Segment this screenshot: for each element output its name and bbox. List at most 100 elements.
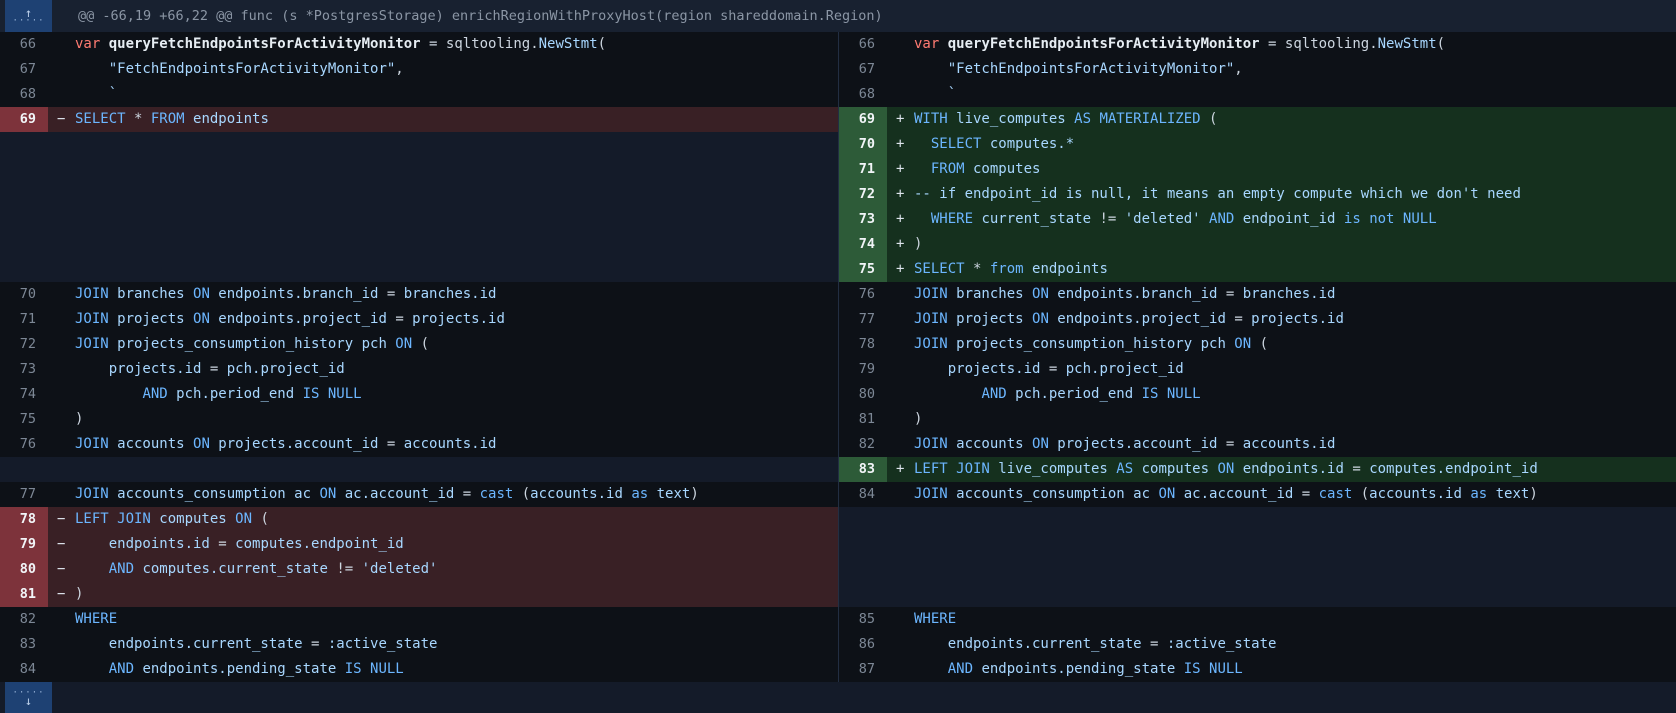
- diff-row: 71JOIN projects ON endpoints.project_id …: [0, 307, 838, 332]
- code-line: JOIN accounts_consumption ac ON ac.accou…: [887, 482, 1676, 507]
- diff-row: [839, 582, 1676, 607]
- code-line: WHERE: [48, 607, 838, 632]
- line-number[interactable]: 75: [0, 407, 48, 432]
- code-line: JOIN projects ON endpoints.project_id = …: [887, 307, 1676, 332]
- code-line: endpoints.current_state = :active_state: [48, 632, 838, 657]
- hunk-header-bar: ↑ ····· @@ -66,19 +66,22 @@ func (s *Pos…: [0, 0, 1676, 32]
- code-line: JOIN accounts ON projects.account_id = a…: [887, 432, 1676, 457]
- diff-row: [0, 257, 838, 282]
- line-number[interactable]: 71: [0, 307, 48, 332]
- diff-row: 79− endpoints.id = computes.endpoint_id: [0, 532, 838, 557]
- code-line: +SELECT * from endpoints: [887, 257, 1676, 282]
- code-line: −LEFT JOIN computes ON (: [48, 507, 838, 532]
- line-number[interactable]: 66: [0, 32, 48, 57]
- line-number[interactable]: 86: [839, 632, 887, 657]
- diff-row: 75+SELECT * from endpoints: [839, 257, 1676, 282]
- line-number[interactable]: 85: [839, 607, 887, 632]
- line-number[interactable]: 69: [0, 107, 48, 132]
- line-number[interactable]: 66: [839, 32, 887, 57]
- diff-row: 68 `: [839, 82, 1676, 107]
- code-line: − endpoints.id = computes.endpoint_id: [48, 532, 838, 557]
- line-number[interactable]: 80: [0, 557, 48, 582]
- code-line: + WHERE current_state != 'deleted' AND e…: [887, 207, 1676, 232]
- line-number[interactable]: 83: [0, 632, 48, 657]
- code-line: `: [48, 82, 838, 107]
- added-marker: +: [896, 207, 914, 232]
- diff-row: 67 "FetchEndpointsForActivityMonitor",: [0, 57, 838, 82]
- line-number[interactable]: 77: [839, 307, 887, 332]
- line-number[interactable]: 79: [839, 357, 887, 382]
- line-number[interactable]: 82: [839, 432, 887, 457]
- diff-row: 70JOIN branches ON endpoints.branch_id =…: [0, 282, 838, 307]
- diff-row: 78JOIN projects_consumption_history pch …: [839, 332, 1676, 357]
- dotted-line-icon: ·····: [12, 18, 44, 24]
- line-number[interactable]: 76: [839, 282, 887, 307]
- line-number: [0, 232, 48, 257]
- expand-up-button[interactable]: ↑ ·····: [5, 0, 52, 32]
- line-number: [0, 157, 48, 182]
- line-number[interactable]: 83: [839, 457, 887, 482]
- line-number[interactable]: 68: [839, 82, 887, 107]
- diff-row: [839, 507, 1676, 532]
- line-number: [0, 257, 48, 282]
- line-number: [839, 582, 887, 607]
- removed-marker: −: [57, 507, 75, 532]
- code-line: + SELECT computes.*: [887, 132, 1676, 157]
- line-number[interactable]: 80: [839, 382, 887, 407]
- line-number[interactable]: 87: [839, 657, 887, 682]
- removed-marker: −: [57, 107, 75, 132]
- line-number[interactable]: 74: [0, 382, 48, 407]
- line-number[interactable]: 67: [0, 57, 48, 82]
- expand-down-icon: ↓: [25, 696, 32, 706]
- line-number[interactable]: 71: [839, 157, 887, 182]
- code-line: JOIN projects_consumption_history pch ON…: [887, 332, 1676, 357]
- diff-row: 87 AND endpoints.pending_state IS NULL: [839, 657, 1676, 682]
- diff-row: 82WHERE: [0, 607, 838, 632]
- diff-row: [0, 207, 838, 232]
- line-number[interactable]: 74: [839, 232, 887, 257]
- line-number[interactable]: 67: [839, 57, 887, 82]
- line-number[interactable]: 76: [0, 432, 48, 457]
- line-number[interactable]: 68: [0, 82, 48, 107]
- line-number[interactable]: 77: [0, 482, 48, 507]
- code-line: var queryFetchEndpointsForActivityMonito…: [48, 32, 838, 57]
- code-line: [48, 132, 838, 157]
- line-number[interactable]: 73: [0, 357, 48, 382]
- line-number[interactable]: 73: [839, 207, 887, 232]
- diff-row: 76JOIN branches ON endpoints.branch_id =…: [839, 282, 1676, 307]
- line-number[interactable]: 81: [0, 582, 48, 607]
- code-line: [48, 182, 838, 207]
- line-number[interactable]: 78: [0, 507, 48, 532]
- diff-row: 84JOIN accounts_consumption ac ON ac.acc…: [839, 482, 1676, 507]
- line-number[interactable]: 84: [0, 657, 48, 682]
- diff-row: 72JOIN projects_consumption_history pch …: [0, 332, 838, 357]
- code-line: AND pch.period_end IS NULL: [887, 382, 1676, 407]
- diff-row: 73 projects.id = pch.project_id: [0, 357, 838, 382]
- line-number[interactable]: 84: [839, 482, 887, 507]
- diff-pane-new: 66var queryFetchEndpointsForActivityMoni…: [838, 32, 1676, 682]
- code-line: [887, 532, 1676, 557]
- line-number[interactable]: 69: [839, 107, 887, 132]
- line-number[interactable]: 81: [839, 407, 887, 432]
- line-number[interactable]: 78: [839, 332, 887, 357]
- added-marker: +: [896, 457, 914, 482]
- diff-row: 70+ SELECT computes.*: [839, 132, 1676, 157]
- expand-down-button[interactable]: ····· ↓: [5, 682, 52, 713]
- diff-pane-old: 66var queryFetchEndpointsForActivityMoni…: [0, 32, 838, 682]
- diff-row: 71+ FROM computes: [839, 157, 1676, 182]
- hunk-header-text: @@ -66,19 +66,22 @@ func (s *PostgresSto…: [78, 8, 883, 24]
- code-line: [48, 457, 838, 482]
- added-marker: +: [896, 157, 914, 182]
- code-line: +WITH live_computes AS MATERIALIZED (: [887, 107, 1676, 132]
- line-number[interactable]: 79: [0, 532, 48, 557]
- line-number[interactable]: 70: [0, 282, 48, 307]
- line-number[interactable]: 70: [839, 132, 887, 157]
- diff-row: 66var queryFetchEndpointsForActivityMoni…: [0, 32, 838, 57]
- diff-row: [0, 132, 838, 157]
- code-line: AND endpoints.pending_state IS NULL: [887, 657, 1676, 682]
- line-number: [839, 507, 887, 532]
- line-number[interactable]: 82: [0, 607, 48, 632]
- line-number[interactable]: 75: [839, 257, 887, 282]
- line-number[interactable]: 72: [0, 332, 48, 357]
- line-number[interactable]: 72: [839, 182, 887, 207]
